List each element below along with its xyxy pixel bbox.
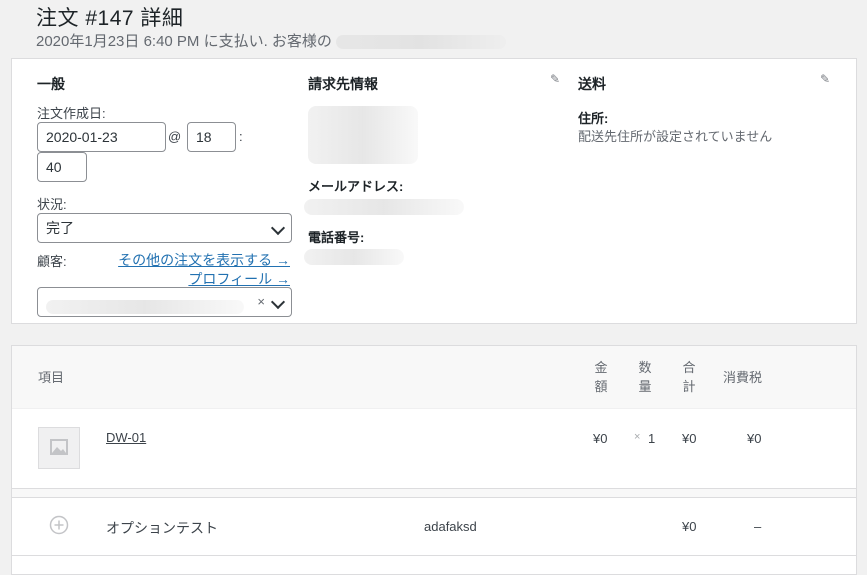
pencil-icon[interactable]: ✎ [550,72,560,86]
other-orders-link[interactable]: その他の注文を表示する → [118,250,290,270]
order-minute-input[interactable]: 40 [37,152,87,182]
phone-label: 電話番号: [308,230,365,245]
plus-circle-icon [49,515,69,535]
clear-customer-icon[interactable]: × [257,288,265,316]
image-placeholder-icon [38,427,80,469]
product-price: ¥0 [593,431,608,446]
at-symbol: @ [168,129,182,144]
profile-link[interactable]: プロフィール → [188,269,290,289]
items-table-header: 項目 金 額 数 量 合 計 消費税 [12,346,856,409]
product-link[interactable]: DW-01 [106,430,146,445]
qty-multiplier: × [634,431,641,443]
order-data-panel: 一般 注文作成日: 2020-01-23 @ 18 : 40 状況: 完了 顧客… [11,58,857,324]
product-total: ¥0 [682,431,697,446]
created-date-label: 注文作成日: [37,106,106,121]
chevron-down-icon [270,294,286,310]
order-subtitle: 2020年1月23日 6:40 PM に支払い. お客様の [36,30,507,51]
order-date-input[interactable]: 2020-01-23 [37,122,166,152]
status-select[interactable]: 完了 [37,213,292,243]
subtitle-text: 2020年1月23日 6:40 PM に支払い. お客様の [36,33,332,50]
shipping-address-label: 住所: [578,111,609,126]
product-qty: 1 [648,431,656,446]
row-divider [12,497,856,498]
qty-column-header: 数 量 [638,360,652,394]
row-divider [12,555,856,556]
redacted-customer [336,35,507,50]
fee-meta: adafaksd [424,519,477,534]
order-items-panel: 項目 金 額 数 量 合 計 消費税 DW-01 ¥0 × 1 ¥0 ¥0 オプ… [11,345,857,575]
status-label: 状況: [37,197,67,212]
status-value: 完了 [46,220,74,236]
shipping-address-value: 配送先住所が設定されていません [578,129,773,144]
redacted-phone [304,249,404,265]
fee-total: ¥0 [682,519,697,534]
general-heading: 一般 [37,76,65,92]
product-tax: ¥0 [747,431,762,446]
redacted-customer-name [46,299,244,314]
item-column-header: 項目 [38,370,65,385]
section-gap [12,489,856,497]
email-label: メールアドレス: [308,179,404,194]
time-colon: : [239,129,243,144]
customer-select[interactable]: × [37,287,292,317]
redacted-billing-address [308,106,418,164]
pencil-icon[interactable]: ✎ [820,72,830,86]
fee-tax: – [754,519,762,534]
chevron-down-icon [270,220,286,236]
customer-label: 顧客: [37,254,67,269]
price-column-header: 金 額 [594,360,608,394]
total-column-header: 合 計 [682,360,696,394]
shipping-heading: 送料 [578,76,606,92]
tax-column-header: 消費税 [723,370,763,385]
redacted-email [304,199,464,215]
order-hour-input[interactable]: 18 [187,122,236,152]
fee-name: オプションテスト [106,520,218,536]
page-title: 注文 #147 詳細 [36,7,184,30]
billing-heading: 請求先情報 [308,76,378,92]
